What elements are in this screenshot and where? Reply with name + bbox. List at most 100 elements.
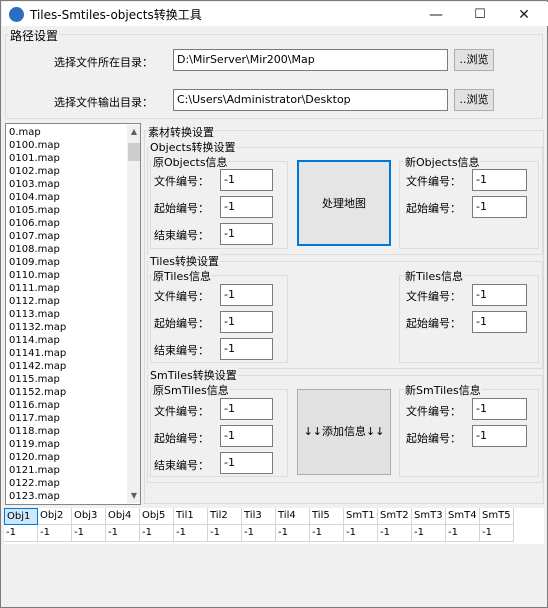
new-tiles-start-no-label: 起始编号： (406, 317, 461, 330)
scroll-thumb[interactable] (128, 143, 140, 161)
grid-header-cell[interactable]: Til5 (310, 508, 344, 525)
orig-tiles-start-no-input[interactable]: -1 (220, 311, 273, 333)
conversion-grid[interactable]: Obj1 -1 Obj2 -1 Obj3 -1 Obj4 -1 Obj5 -1 Til1 -1 Til2… (4, 508, 544, 544)
list-item[interactable]: 0123.map (7, 490, 60, 503)
grid-header-cell[interactable]: Obj1 (4, 508, 38, 525)
grid-header-cell[interactable]: Obj4 (106, 508, 140, 525)
list-item[interactable]: 0100.map (7, 139, 60, 152)
new-tiles-title: 新Tiles信息 (404, 268, 464, 284)
new-smtiles-file-no-input[interactable]: -1 (472, 398, 527, 420)
grid-value-cell[interactable]: -1 (208, 525, 242, 542)
scroll-up-icon[interactable]: ▲ (127, 125, 140, 139)
new-objects-start-no-input[interactable]: -1 (472, 196, 527, 218)
list-item[interactable]: 0105.map (7, 204, 60, 217)
grid-value-cell[interactable]: -1 (480, 525, 514, 542)
grid-header-cell[interactable]: SmT4 (446, 508, 480, 525)
list-item[interactable]: 0106.map (7, 217, 60, 230)
grid-header-cell[interactable]: Til1 (174, 508, 208, 525)
grid-value-cell[interactable]: -1 (72, 525, 106, 542)
orig-smtiles-end-no-input[interactable]: -1 (220, 452, 273, 474)
close-button[interactable]: ✕ (502, 3, 546, 27)
grid-value-cell[interactable]: -1 (140, 525, 174, 542)
title-bar[interactable]: Tiles-Smtiles-objects转换工具 — ☐ ✕ (2, 2, 548, 26)
orig-tiles-file-no-input[interactable]: -1 (220, 284, 273, 306)
grid-header-cell[interactable]: Obj5 (140, 508, 174, 525)
list-item[interactable]: 0122.map (7, 477, 60, 490)
list-item[interactable]: 0107.map (7, 230, 60, 243)
objects-start-no-label: 起始编号： (154, 202, 209, 215)
list-item[interactable]: 01141.map (7, 347, 66, 360)
list-item[interactable]: 0121.map (7, 464, 60, 477)
add-info-button[interactable]: ↓↓添加信息↓↓ (297, 389, 391, 475)
list-item[interactable]: 0113.map (7, 308, 60, 321)
grid-header-cell[interactable]: Obj2 (38, 508, 72, 525)
grid-value-cell[interactable]: -1 (4, 525, 38, 542)
orig-objects-start-no-input[interactable]: -1 (220, 196, 273, 218)
list-item[interactable]: 0108.map (7, 243, 60, 256)
grid-header-cell[interactable]: SmT3 (412, 508, 446, 525)
maximize-button[interactable]: ☐ (458, 3, 502, 27)
output-dir-field[interactable]: C:\Users\Administrator\Desktop (173, 89, 448, 111)
scroll-down-icon[interactable]: ▼ (127, 489, 140, 503)
list-item[interactable]: 0102.map (7, 165, 60, 178)
grid-header-cell[interactable]: SmT1 (344, 508, 378, 525)
list-item[interactable]: 0103.map (7, 178, 60, 191)
grid-header-cell[interactable]: SmT2 (378, 508, 412, 525)
grid-value-cell[interactable]: -1 (38, 525, 72, 542)
list-item[interactable]: 0104.map (7, 191, 60, 204)
browse-input-button[interactable]: ..浏览 (454, 49, 494, 71)
list-item[interactable]: 0112.map (7, 295, 60, 308)
grid-header-cell[interactable]: SmT5 (480, 508, 514, 525)
grid-value-cell[interactable]: -1 (174, 525, 208, 542)
tiles-file-no-label: 文件编号： (154, 290, 209, 303)
grid-value-cell[interactable]: -1 (344, 525, 378, 542)
grid-value-cell[interactable]: -1 (378, 525, 412, 542)
list-item[interactable]: 0101.map (7, 152, 60, 165)
browse-output-button[interactable]: ..浏览 (454, 89, 494, 111)
grid-header-cell[interactable]: Til3 (242, 508, 276, 525)
orig-objects-title: 原Objects信息 (152, 154, 229, 170)
grid-value-cell[interactable]: -1 (276, 525, 310, 542)
orig-smtiles-file-no-input[interactable]: -1 (220, 398, 273, 420)
smtiles-end-no-label: 结束编号： (154, 459, 209, 472)
new-smtiles-start-no-label: 起始编号： (406, 432, 461, 445)
orig-objects-file-no-input[interactable]: -1 (220, 169, 273, 191)
map-file-list[interactable]: 0.map 0100.map 0101.map 0102.map 0103.map 010… (5, 123, 141, 505)
orig-tiles-end-no-input[interactable]: -1 (220, 338, 273, 360)
list-item[interactable]: 0118.map (7, 425, 60, 438)
process-map-button[interactable]: 处理地图 (297, 160, 391, 246)
list-item[interactable]: 0117.map (7, 412, 60, 425)
new-objects-file-no-input[interactable]: -1 (472, 169, 527, 191)
list-item[interactable]: 0119.map (7, 438, 60, 451)
input-dir-field[interactable]: D:\MirServer\Mir200\Map (173, 49, 448, 71)
grid-value-cell[interactable]: -1 (242, 525, 276, 542)
minimize-button[interactable]: — (414, 3, 458, 27)
list-item[interactable]: 0116.map (7, 399, 60, 412)
orig-objects-end-no-input[interactable]: -1 (220, 223, 273, 245)
grid-value-cell[interactable]: -1 (412, 525, 446, 542)
list-scrollbar[interactable]: ▲ ▼ (127, 125, 140, 503)
grid-header-cell[interactable]: Til2 (208, 508, 242, 525)
list-item[interactable]: 0115.map (7, 373, 60, 386)
list-item[interactable]: 0120.map (7, 451, 60, 464)
grid-header-cell[interactable]: Til4 (276, 508, 310, 525)
grid-header-cell[interactable]: Obj3 (72, 508, 106, 525)
new-smtiles-start-no-input[interactable]: -1 (472, 425, 527, 447)
new-smtiles-title: 新SmTiles信息 (404, 382, 482, 398)
grid-value-cell[interactable]: -1 (310, 525, 344, 542)
new-tiles-file-no-input[interactable]: -1 (472, 284, 527, 306)
orig-smtiles-start-no-input[interactable]: -1 (220, 425, 273, 447)
list-item[interactable]: 0111.map (7, 282, 60, 295)
list-item[interactable]: 0114.map (7, 334, 60, 347)
grid-value-cell[interactable]: -1 (446, 525, 480, 542)
list-item[interactable]: 0110.map (7, 269, 60, 282)
list-item[interactable]: 01152.map (7, 386, 66, 399)
list-item[interactable]: 01132.map (7, 321, 66, 334)
list-item[interactable]: 01142.map (7, 360, 66, 373)
grid-value-cell[interactable]: -1 (106, 525, 140, 542)
orig-tiles-title: 原Tiles信息 (152, 268, 212, 284)
new-tiles-start-no-input[interactable]: -1 (472, 311, 527, 333)
list-item[interactable]: 0.map (7, 126, 41, 139)
list-item[interactable]: 0109.map (7, 256, 60, 269)
main-window: Tiles-Smtiles-objects转换工具 — ☐ ✕ 路径设置 选择文… (0, 0, 548, 608)
